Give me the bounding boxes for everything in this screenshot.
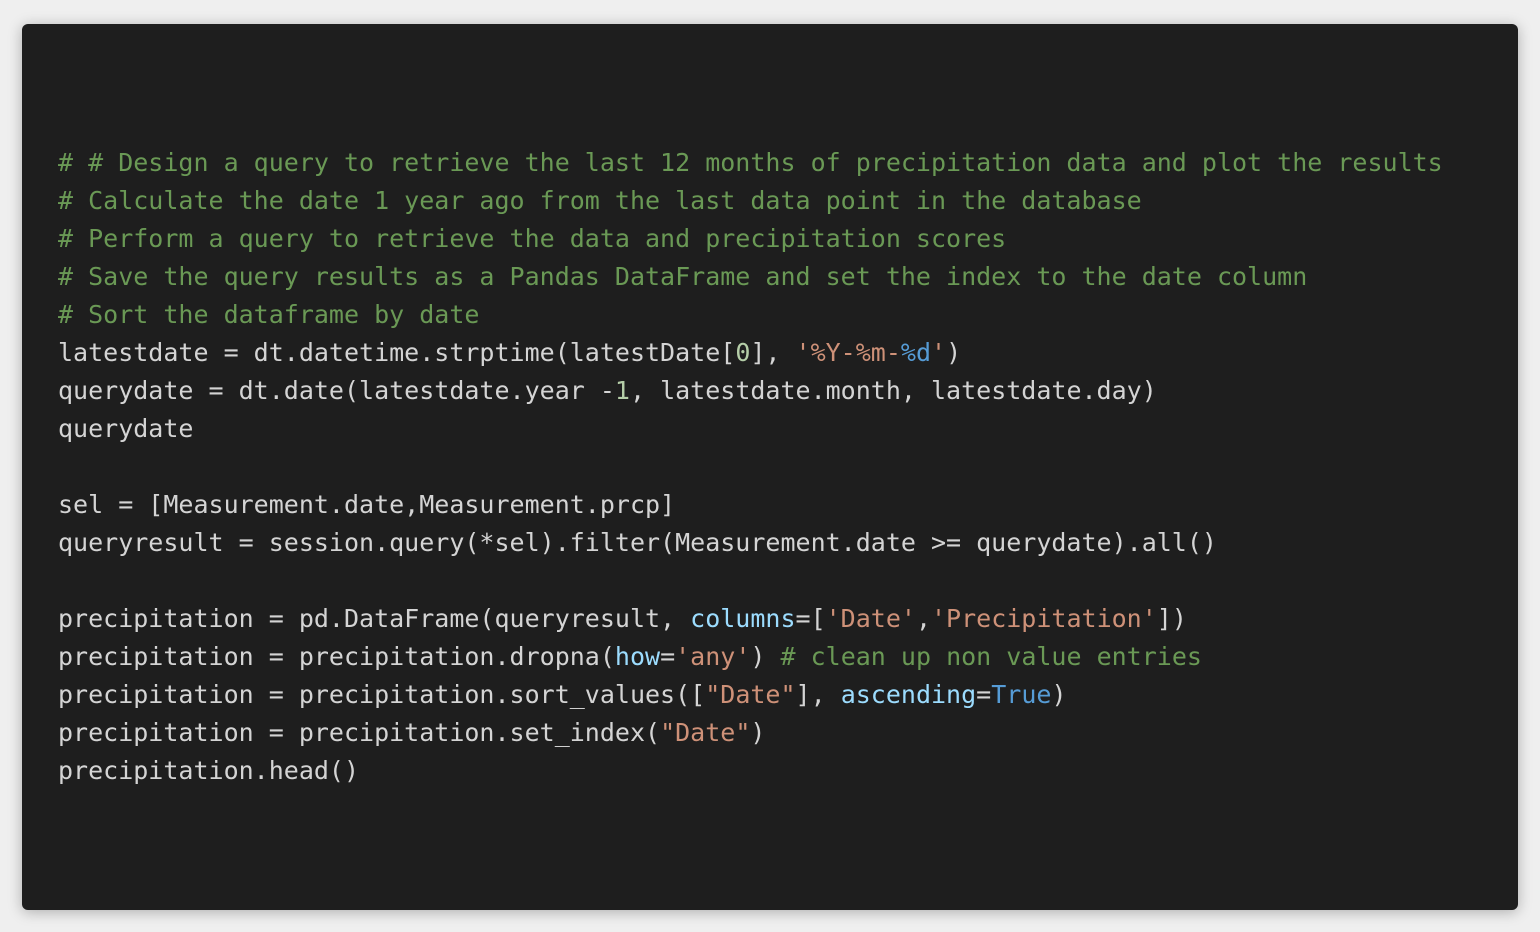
code-token-plain: )	[946, 338, 962, 367]
code-token-plain: precipitation = precipitation.set_index(	[58, 718, 661, 747]
code-line: querydate	[58, 410, 1443, 448]
code-token-comment: # # Design a query to retrieve the last …	[58, 148, 1443, 177]
code-token-plain: querydate	[58, 414, 194, 443]
code-token-plain: =	[660, 642, 676, 671]
code-token-number: 0	[735, 338, 751, 367]
code-token-plain: =	[976, 680, 992, 709]
code-token-plain: ],	[795, 680, 841, 709]
code-line: precipitation = pd.DataFrame(queryresult…	[58, 600, 1443, 638]
code-line: sel = [Measurement.date,Measurement.prcp…	[58, 486, 1443, 524]
code-token-plain: precipitation = precipitation.sort_value…	[58, 680, 706, 709]
code-token-comment: # Sort the dataframe by date	[58, 300, 480, 329]
code-token-number: 1	[614, 376, 630, 405]
code-token-string: '	[931, 338, 947, 367]
code-token-plain: , latestdate.month, latestdate.day)	[629, 376, 1157, 405]
code-token-comment: # Save the query results as a Pandas Dat…	[58, 262, 1308, 291]
code-token-plain: latestdate = dt.datetime.strptime(latest…	[58, 338, 736, 367]
code-token-string: '%Y-%m-	[795, 338, 901, 367]
code-token-plain: ,	[915, 604, 931, 633]
code-line: # Perform a query to retrieve the data a…	[58, 220, 1443, 258]
code-token-string: 'any'	[675, 642, 751, 671]
code-line: queryresult = session.query(*sel).filter…	[58, 524, 1443, 562]
code-token-plain: )	[750, 718, 766, 747]
code-token-plain: ],	[750, 338, 796, 367]
code-token-keyword: True	[991, 680, 1052, 709]
code-token-plain: )	[1051, 680, 1067, 709]
code-token-string: "Date"	[660, 718, 751, 747]
code-token-plain: )	[750, 642, 781, 671]
code-line: # # Design a query to retrieve the last …	[58, 144, 1443, 182]
code-token-plain: precipitation = precipitation.dropna(	[58, 642, 615, 671]
code-line: # Save the query results as a Pandas Dat…	[58, 258, 1443, 296]
code-snippet-window: # # Design a query to retrieve the last …	[22, 24, 1518, 910]
code-line: # Calculate the date 1 year ago from the…	[58, 182, 1443, 220]
code-block: # # Design a query to retrieve the last …	[58, 144, 1443, 790]
code-token-param: how	[614, 642, 661, 671]
code-token-plain: precipitation.head()	[58, 756, 360, 785]
code-line: latestdate = dt.datetime.strptime(latest…	[58, 334, 1443, 372]
code-token-keyword: %d	[900, 338, 931, 367]
code-token-plain: precipitation = pd.DataFrame(queryresult…	[58, 604, 691, 633]
code-token-plain: querydate = dt.date(latestdate.year -	[58, 376, 615, 405]
code-line: precipitation = precipitation.dropna(how…	[58, 638, 1443, 676]
code-token-comment: # Perform a query to retrieve the data a…	[58, 224, 1007, 253]
code-line: precipitation = precipitation.sort_value…	[58, 676, 1443, 714]
code-line: precipitation = precipitation.set_index(…	[58, 714, 1443, 752]
code-token-plain: sel = [Measurement.date,Measurement.prcp…	[58, 490, 676, 519]
code-token-plain: =[	[795, 604, 826, 633]
code-token-plain: ])	[1156, 604, 1187, 633]
code-token-param: columns	[690, 604, 796, 633]
code-token-string: 'Date'	[825, 604, 916, 633]
code-line: # Sort the dataframe by date	[58, 296, 1443, 334]
code-token-comment: # clean up non value entries	[780, 642, 1202, 671]
code-token-string: "Date"	[705, 680, 796, 709]
code-token-plain: queryresult = session.query(*sel).filter…	[58, 528, 1217, 557]
code-line: precipitation.head()	[58, 752, 1443, 790]
code-line: querydate = dt.date(latestdate.year -1, …	[58, 372, 1443, 410]
code-token-comment: # Calculate the date 1 year ago from the…	[58, 186, 1142, 215]
code-token-string: 'Precipitation'	[931, 604, 1157, 633]
code-token-param: ascending	[840, 680, 977, 709]
